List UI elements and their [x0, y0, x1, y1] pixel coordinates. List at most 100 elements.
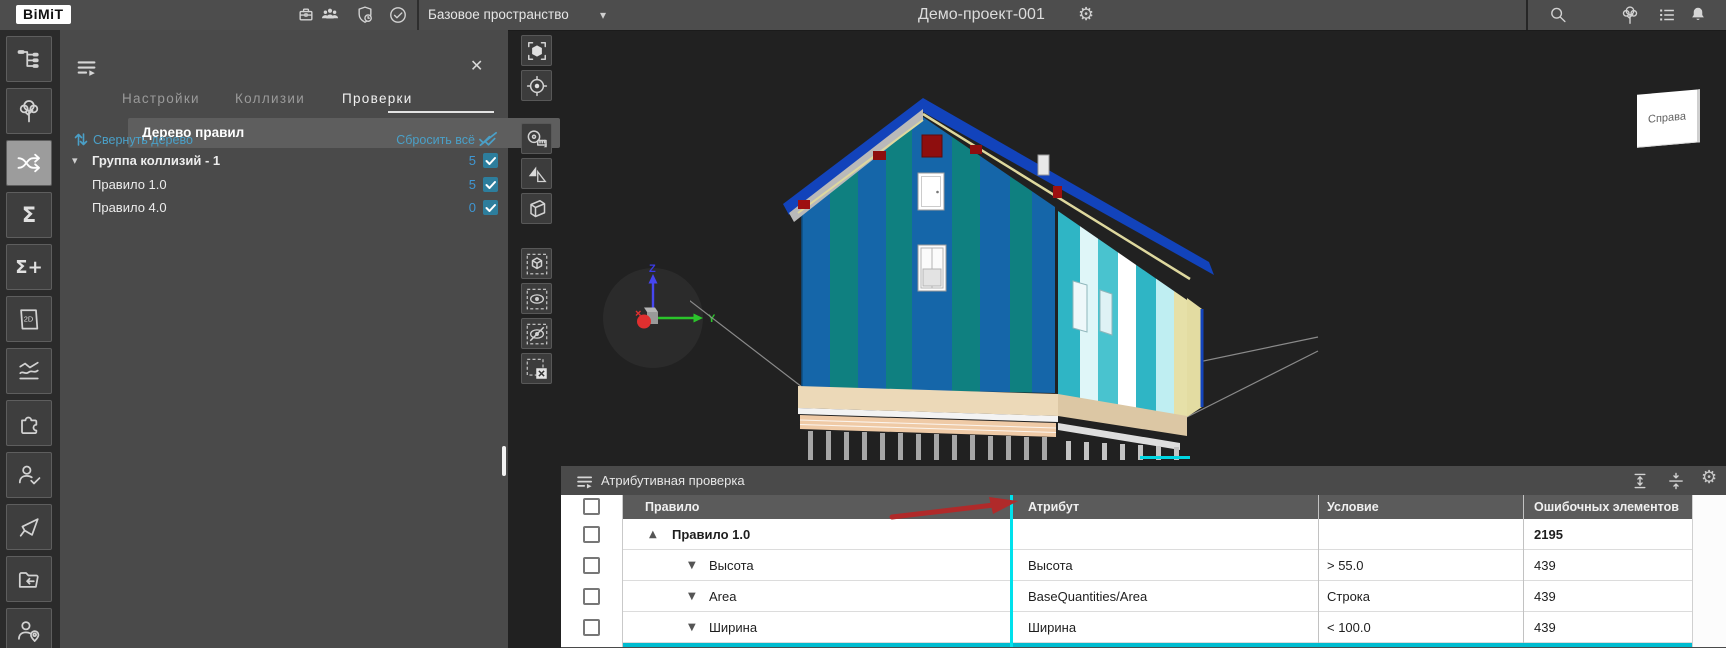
- column-divider[interactable]: [1523, 495, 1524, 647]
- table-header: Правило Атрибут Условие Ошибочных элемен…: [623, 495, 1692, 519]
- cell-rule: Area: [709, 581, 736, 612]
- sidebar-item-2d-drawing[interactable]: 2D: [6, 296, 52, 342]
- group-checkbox[interactable]: [483, 153, 498, 168]
- cell-condition: > 55.0: [1327, 550, 1364, 581]
- cell-errors: 439: [1534, 581, 1556, 612]
- column-header-attribute[interactable]: Атрибут: [1028, 500, 1079, 514]
- rule-1-checkbox[interactable]: [483, 177, 498, 192]
- check-circle-icon[interactable]: [387, 4, 409, 26]
- show-eye-icon[interactable]: [521, 283, 552, 314]
- bell-icon[interactable]: [1687, 4, 1709, 26]
- group-collapse-caret-icon[interactable]: ▾: [72, 154, 78, 167]
- selection-cube-icon[interactable]: [521, 248, 552, 279]
- topbar-divider-right: [1526, 0, 1528, 30]
- list-icon[interactable]: [1656, 4, 1678, 26]
- left-panel-resize-handle[interactable]: [502, 446, 506, 476]
- section-box-icon[interactable]: [521, 193, 552, 224]
- row-expand-caret-icon[interactable]: ▼: [688, 550, 696, 581]
- tree-item-group[interactable]: Группа коллизий - 1: [92, 153, 220, 168]
- collapse-tree-link[interactable]: Свернуть дерево: [93, 133, 193, 147]
- sidebar-item-trowel[interactable]: [6, 504, 52, 550]
- workspace-caret-icon[interactable]: ▾: [600, 0, 606, 30]
- axis-x-marker: [637, 315, 651, 329]
- clear-selection-icon[interactable]: [521, 353, 552, 384]
- sidebar-item-person-location[interactable]: [6, 608, 52, 648]
- sidebar-item-hierarchy[interactable]: [6, 36, 52, 82]
- axis-z-label: Z: [649, 263, 656, 275]
- table-row[interactable]: ▼ Высота Высота > 55.0 439: [623, 550, 1692, 581]
- application-window: BiMiT Базовое пространство: [0, 0, 1726, 648]
- row-checkbox[interactable]: [583, 619, 600, 636]
- row-expand-caret-icon[interactable]: ▼: [688, 612, 696, 643]
- target-icon[interactable]: [521, 70, 552, 101]
- view-cube-label: Справа: [1648, 110, 1686, 125]
- workspace-selector[interactable]: Базовое пространство: [428, 0, 569, 30]
- rule-4-count: 0: [450, 200, 476, 215]
- focus-hexagon-icon[interactable]: [521, 35, 552, 66]
- menu-arrow-icon[interactable]: [75, 56, 99, 80]
- reset-all-icon[interactable]: [478, 131, 499, 148]
- tab-collisions[interactable]: Коллизии: [235, 91, 305, 106]
- table-row[interactable]: ▼ Ширина Ширина < 100.0 439: [623, 612, 1692, 643]
- cell-rule: Правило 1.0: [672, 519, 750, 550]
- expand-vertical-icon[interactable]: [1629, 470, 1651, 492]
- sidebar-item-folder-share[interactable]: [6, 556, 52, 602]
- select-all-checkbox[interactable]: [583, 498, 600, 515]
- top-bar: BiMiT Базовое пространство: [0, 0, 1726, 31]
- tree-icon[interactable]: [1619, 4, 1641, 26]
- rules-panel: Настройки Коллизии Проверки ✕ Дерево пра…: [60, 30, 508, 648]
- group-count: 5: [450, 153, 476, 168]
- bottom-panel-drag-handle[interactable]: [1140, 456, 1190, 459]
- column-header-condition[interactable]: Условие: [1327, 500, 1379, 514]
- sidebar-item-sigma-plus[interactable]: Σ+: [6, 244, 52, 290]
- house-model[interactable]: [690, 85, 1330, 460]
- reset-all-link[interactable]: Сбросить всё: [393, 133, 475, 147]
- tab-settings[interactable]: Настройки: [122, 91, 200, 106]
- table-row[interactable]: ▲ Правило 1.0 2195: [623, 519, 1692, 550]
- column-divider[interactable]: [1318, 495, 1319, 647]
- tree-item-rule-1[interactable]: Правило 1.0: [92, 177, 167, 192]
- rule-4-checkbox[interactable]: [483, 200, 498, 215]
- bimit-logo[interactable]: BiMiT: [16, 5, 71, 24]
- row-checkbox[interactable]: [583, 557, 600, 574]
- menu-arrow-icon[interactable]: [575, 472, 595, 492]
- briefcase-icon[interactable]: [295, 4, 317, 26]
- svg-text:2D: 2D: [24, 315, 34, 324]
- sidebar-item-sigma[interactable]: Σ: [6, 192, 52, 238]
- sidebar-item-collisions-shuffle[interactable]: [6, 140, 52, 186]
- clip-plane-icon[interactable]: [521, 158, 552, 189]
- sidebar-item-plugins-puzzle[interactable]: [6, 400, 52, 446]
- collapse-tree-icon[interactable]: [74, 131, 88, 148]
- cell-errors: 439: [1534, 550, 1556, 581]
- collapse-split-icon[interactable]: [1665, 470, 1687, 492]
- tree-item-rule-4[interactable]: Правило 4.0: [92, 200, 167, 215]
- table-settings-gear-icon[interactable]: ⚙: [1701, 467, 1723, 489]
- table-scrollbar[interactable]: [1692, 495, 1726, 647]
- team-icon[interactable]: [319, 4, 341, 26]
- view-cube-face[interactable]: Справа: [1637, 89, 1700, 148]
- tab-checks[interactable]: Проверки: [342, 91, 413, 106]
- hide-eye-off-icon[interactable]: [521, 318, 552, 349]
- table-row[interactable]: ▼ Area BaseQuantities/Area Строка 439: [623, 581, 1692, 612]
- annotation-arrow: [888, 495, 1022, 521]
- rule-1-count: 5: [450, 177, 476, 192]
- row-checkbox[interactable]: [583, 588, 600, 605]
- cell-errors: 2195: [1534, 519, 1563, 550]
- active-tab-underline: [388, 111, 494, 113]
- row-expand-caret-icon[interactable]: ▼: [688, 581, 696, 612]
- measure-tape-icon[interactable]: [521, 123, 552, 154]
- project-settings-gear-icon[interactable]: ⚙: [1078, 0, 1094, 30]
- column-header-errors[interactable]: Ошибочных элементов: [1534, 500, 1679, 514]
- cell-rule: Высота: [709, 550, 754, 581]
- sidebar-item-person-check[interactable]: [6, 452, 52, 498]
- row-collapse-caret-icon[interactable]: ▲: [649, 519, 657, 550]
- shield-check-icon[interactable]: [354, 4, 376, 26]
- row-checkbox[interactable]: [583, 526, 600, 543]
- column-header-rule[interactable]: Правило: [645, 500, 699, 514]
- close-icon[interactable]: ✕: [470, 56, 483, 76]
- search-icon[interactable]: [1547, 4, 1569, 26]
- sidebar-item-tree[interactable]: [6, 88, 52, 134]
- cell-condition: Строка: [1327, 581, 1370, 612]
- sidebar-item-graphs[interactable]: [6, 348, 52, 394]
- bottom-panel-title: Атрибутивная проверка: [601, 473, 745, 488]
